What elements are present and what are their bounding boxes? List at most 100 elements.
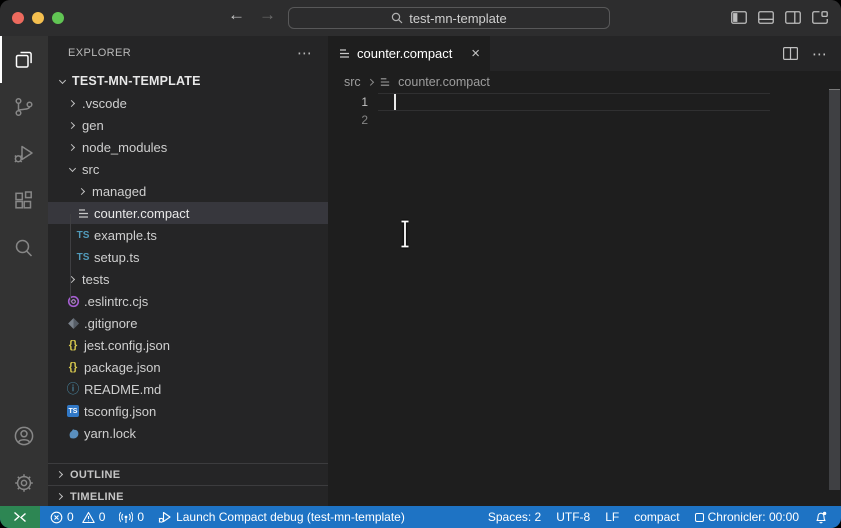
- tsconfig-icon: TS: [64, 403, 82, 419]
- tree-item-vscode[interactable]: .vscode: [48, 92, 328, 114]
- tree-item-readme[interactable]: ⓘ README.md: [48, 378, 328, 400]
- files-icon: [12, 48, 36, 72]
- chevron-right-icon: [367, 79, 373, 85]
- status-encoding[interactable]: UTF-8: [556, 510, 590, 524]
- back-button[interactable]: ←: [228, 5, 245, 25]
- activity-item-source-control[interactable]: [0, 83, 48, 130]
- tree-item-tsconfig[interactable]: TS tsconfig.json: [48, 400, 328, 422]
- chevron-down-icon: [64, 161, 80, 177]
- ibeam-mouse-cursor: [397, 218, 413, 255]
- tree-item-node-modules[interactable]: node_modules: [48, 136, 328, 158]
- activity-item-extensions[interactable]: [0, 177, 48, 224]
- tree-item-setup-ts[interactable]: TS setup.ts: [48, 246, 328, 268]
- chronicler-icon: [695, 513, 704, 522]
- close-window-button[interactable]: [12, 12, 24, 24]
- minimize-window-button[interactable]: [32, 12, 44, 24]
- vertical-scrollbar[interactable]: [829, 90, 840, 490]
- tree-item-counter-compact[interactable]: counter.compact: [48, 202, 328, 224]
- broadcast-icon: [119, 511, 133, 524]
- file-tree: TEST-MN-TEMPLATE .vscode gen node_module…: [48, 70, 328, 444]
- launch-debug-button[interactable]: Launch Compact debug (test-mn-template): [158, 510, 405, 524]
- remote-indicator[interactable]: [0, 506, 40, 528]
- tree-item-tests[interactable]: tests: [48, 268, 328, 290]
- error-count: 0: [67, 510, 74, 524]
- indent-guide: [70, 214, 71, 302]
- warning-icon: [82, 511, 95, 524]
- editor-area: counter.compact × ⋯ src counter.compact …: [328, 36, 841, 506]
- typescript-icon: TS: [74, 227, 92, 243]
- tree-item-src[interactable]: src: [48, 158, 328, 180]
- toggle-primary-sidebar-icon[interactable]: [731, 11, 747, 24]
- json-icon: {}: [64, 359, 82, 375]
- tab-bar: counter.compact × ⋯: [328, 36, 841, 71]
- chevron-right-icon: [52, 467, 68, 483]
- tree-item-gen[interactable]: gen: [48, 114, 328, 136]
- forward-button[interactable]: →: [259, 5, 276, 25]
- vscode-window: ← → test-mn-template: [0, 0, 841, 528]
- git-icon: [64, 315, 82, 331]
- chevron-right-icon: [64, 117, 80, 133]
- list-file-icon: [74, 205, 92, 221]
- activity-item-explorer[interactable]: [0, 36, 48, 83]
- toggle-panel-icon[interactable]: [758, 11, 774, 24]
- tree-item-package-json[interactable]: {} package.json: [48, 356, 328, 378]
- status-chronicler[interactable]: Chronicler: 00:00: [695, 510, 799, 524]
- traffic-lights: [12, 12, 64, 24]
- line-number: 2: [328, 111, 378, 129]
- activity-item-search[interactable]: [0, 224, 48, 271]
- ports-indicator[interactable]: 0: [119, 510, 144, 524]
- source-control-icon: [12, 95, 36, 119]
- eslint-icon: [64, 293, 82, 309]
- tree-item-eslintrc[interactable]: .eslintrc.cjs: [48, 290, 328, 312]
- split-editor-icon[interactable]: [783, 47, 798, 60]
- chevron-right-icon: [74, 183, 90, 199]
- account-icon: [12, 424, 36, 448]
- list-file-icon: [379, 76, 391, 88]
- sidebar-title: EXPLORER: [68, 47, 131, 59]
- customize-layout-icon[interactable]: [812, 11, 828, 24]
- chevron-right-icon: [52, 489, 68, 505]
- breadcrumb: src counter.compact: [328, 71, 841, 93]
- command-center[interactable]: test-mn-template: [288, 7, 610, 29]
- status-indentation[interactable]: Spaces: 2: [488, 510, 541, 524]
- breadcrumb-item-src[interactable]: src: [344, 75, 361, 89]
- explorer-more-actions-icon[interactable]: ⋯: [297, 46, 312, 61]
- activity-item-manage[interactable]: [0, 459, 48, 506]
- tab-counter-compact[interactable]: counter.compact ×: [328, 36, 490, 71]
- status-bar: 0 0 0 Launch Compact debug (test-mn-temp…: [0, 506, 841, 528]
- explorer-sidebar: EXPLORER ⋯ TEST-MN-TEMPLATE .vscode gen: [48, 36, 328, 506]
- tree-item-gitignore[interactable]: .gitignore: [48, 312, 328, 334]
- section-timeline[interactable]: TIMELINE: [48, 485, 328, 507]
- tree-item-managed[interactable]: managed: [48, 180, 328, 202]
- debug-play-icon: [158, 510, 172, 524]
- yarn-icon: [64, 425, 82, 441]
- problems-indicator[interactable]: 0 0: [50, 510, 105, 524]
- close-tab-icon[interactable]: ×: [471, 46, 480, 61]
- chevron-right-icon: [64, 95, 80, 111]
- editor-more-actions-icon[interactable]: ⋯: [812, 45, 827, 63]
- chevron-down-icon: [54, 73, 70, 89]
- toggle-secondary-sidebar-icon[interactable]: [785, 11, 801, 24]
- breadcrumb-item-file[interactable]: counter.compact: [398, 75, 490, 89]
- warning-count: 0: [99, 510, 106, 524]
- code-editor[interactable]: 1 2: [328, 93, 841, 506]
- tree-item-jest-config[interactable]: {} jest.config.json: [48, 334, 328, 356]
- status-language[interactable]: compact: [634, 510, 679, 524]
- status-eol[interactable]: LF: [605, 510, 619, 524]
- chevron-right-icon: [64, 139, 80, 155]
- tree-item-root[interactable]: TEST-MN-TEMPLATE: [48, 70, 328, 92]
- line-number: 1: [328, 93, 378, 111]
- activity-item-run-debug[interactable]: [0, 130, 48, 177]
- notifications-bell[interactable]: [814, 510, 828, 524]
- tree-item-yarn-lock[interactable]: yarn.lock: [48, 422, 328, 444]
- zoom-window-button[interactable]: [52, 12, 64, 24]
- activity-item-accounts[interactable]: [0, 412, 48, 459]
- section-outline[interactable]: OUTLINE: [48, 463, 328, 485]
- list-file-icon: [338, 47, 351, 60]
- gear-icon: [12, 471, 36, 495]
- tree-item-example-ts[interactable]: TS example.ts: [48, 224, 328, 246]
- error-icon: [50, 511, 63, 524]
- json-icon: {}: [64, 337, 82, 353]
- titlebar: ← → test-mn-template: [0, 0, 841, 36]
- search-icon: [391, 12, 403, 24]
